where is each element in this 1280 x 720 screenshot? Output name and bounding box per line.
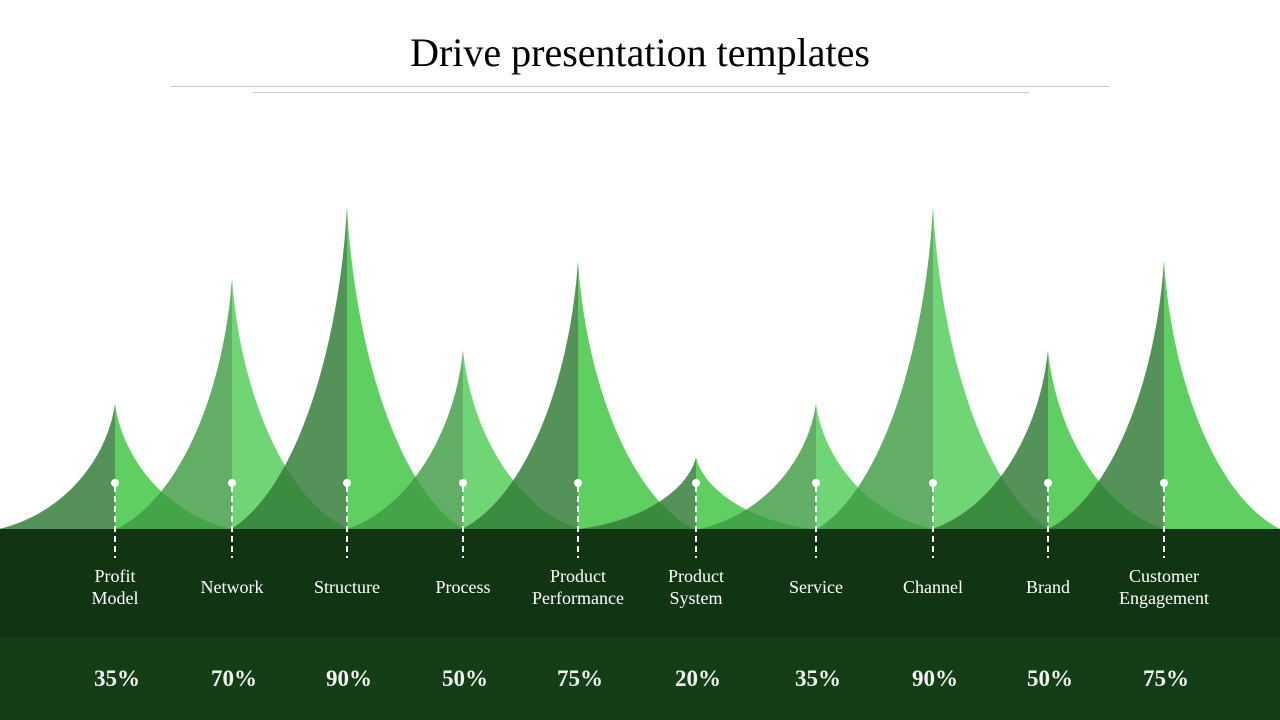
category-label-line: Structure — [314, 577, 380, 597]
marker-dot — [929, 479, 937, 487]
category-label-text: Network — [201, 576, 264, 598]
value-label: 75% — [1143, 666, 1189, 691]
category-label: Customer Engagement — [1089, 563, 1239, 611]
marker-dot — [459, 479, 467, 487]
category-label-line: Product — [549, 566, 606, 586]
category-label-line: Engagement — [1119, 588, 1209, 608]
category-label-line: Process — [435, 577, 491, 597]
marker-dot — [574, 479, 582, 487]
category-label-line: Profit — [94, 566, 136, 586]
category-label-text: Customer Engagement — [1119, 565, 1209, 609]
category-label-line: Product — [668, 566, 724, 586]
marker-dot — [1044, 479, 1052, 487]
value-label: 35% — [94, 666, 140, 691]
marker-dot — [692, 479, 700, 487]
value-label: 75% — [557, 666, 603, 691]
category-label-text: Service — [789, 576, 843, 598]
category-label-line: Network — [200, 577, 264, 597]
value-label: 90% — [326, 666, 372, 691]
category-label-line: Model — [91, 588, 139, 608]
category-label-text: Structure — [314, 576, 380, 598]
peak-right-face — [1164, 260, 1280, 529]
category-label-line: System — [669, 588, 723, 608]
marker-dot — [111, 479, 119, 487]
category-label-text: Brand — [1026, 576, 1070, 598]
value-label: 90% — [912, 666, 958, 691]
value-label: 50% — [1027, 666, 1073, 691]
category-label-text: Channel — [903, 576, 963, 598]
category-label-text: Product System — [668, 565, 724, 609]
category-label-line: Customer — [1129, 566, 1199, 586]
marker-dot — [228, 479, 236, 487]
category-label-line: Brand — [1026, 577, 1070, 597]
peaks-chart — [0, 206, 1280, 558]
value-label: 20% — [675, 666, 721, 691]
category-label-text: Product Performance — [532, 565, 624, 609]
value-label: 70% — [211, 666, 257, 691]
peak-left-face — [0, 403, 115, 529]
category-label-text: Profit Model — [92, 565, 139, 609]
category-label-text: Process — [436, 576, 491, 598]
category-label-line: Service — [789, 577, 843, 597]
peaks-layer — [0, 206, 1280, 530]
value-label: 35% — [795, 666, 841, 691]
category-label-line: Channel — [903, 577, 963, 597]
marker-dot — [1160, 479, 1168, 487]
category-label-line: Performance — [532, 588, 624, 608]
marker-dot — [812, 479, 820, 487]
value-label: 50% — [442, 666, 488, 691]
marker-dot — [343, 479, 351, 487]
